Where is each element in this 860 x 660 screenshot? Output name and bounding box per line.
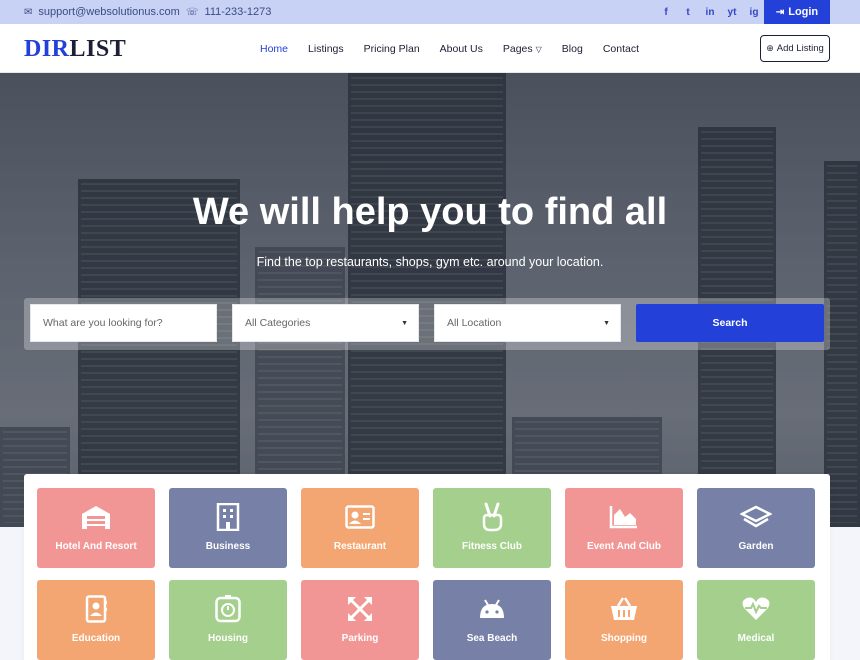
categories-panel: Hotel And Resort Business Restaurant Fit… (24, 474, 830, 660)
category-label: Hotel And Resort (55, 541, 137, 552)
category-medical[interactable]: Medical (697, 580, 815, 660)
add-listing-button[interactable]: ⊕ Add Listing (760, 35, 830, 62)
category-label: Shopping (600, 633, 648, 644)
chart-area-icon (607, 502, 641, 532)
category-label: Education (71, 633, 121, 644)
category-label: Parking (341, 633, 379, 644)
hero-section: We will help you to find all Find the to… (0, 73, 860, 527)
social-links: f t in yt ig (655, 0, 765, 24)
category-select-value: All Categories (245, 317, 311, 329)
location-select[interactable]: All Location ▼ (434, 304, 621, 342)
login-label: Login (788, 6, 819, 18)
category-label: Business (205, 541, 251, 552)
instagram-icon[interactable]: ig (743, 7, 765, 18)
layers-icon (739, 502, 773, 532)
search-input[interactable]: What are you looking for? (30, 304, 217, 342)
basket-icon (607, 594, 641, 624)
category-shopping[interactable]: Shopping (565, 580, 683, 660)
envelope-icon: ✉ (24, 6, 33, 18)
caret-down-icon: ▼ (603, 319, 610, 327)
youtube-icon[interactable]: yt (721, 7, 743, 18)
heartbeat-icon (739, 594, 773, 624)
nav-pricing-plan[interactable]: Pricing Plan (364, 43, 420, 55)
nav-blog[interactable]: Blog (562, 43, 583, 55)
top-bar: ✉ support@websolutionus.com ☏ 111-233-12… (0, 0, 860, 24)
phone-text: 111-233-1273 (204, 6, 272, 18)
category-label: Medical (737, 633, 775, 644)
address-book-icon (79, 594, 113, 624)
location-select-value: All Location (447, 317, 502, 329)
android-icon (475, 594, 509, 624)
category-fitness-club[interactable]: Fitness Club (433, 488, 551, 568)
main-header: DIRLIST Home Listings Pricing Plan About… (0, 24, 860, 73)
nav-listings[interactable]: Listings (308, 43, 344, 55)
email-text: support@websolutionus.com (38, 6, 180, 18)
chevron-down-icon: ▽ (535, 44, 542, 54)
category-label: Housing (208, 633, 248, 644)
category-housing[interactable]: Housing (169, 580, 287, 660)
hero-subtitle: Find the top restaurants, shops, gym etc… (256, 255, 604, 269)
arrows-expand-icon (343, 594, 377, 624)
stopwatch-icon (211, 594, 245, 624)
nav-contact[interactable]: Contact (603, 43, 639, 55)
nav-about-us[interactable]: About Us (440, 43, 483, 55)
category-business[interactable]: Business (169, 488, 287, 568)
nav-home[interactable]: Home (260, 43, 288, 55)
category-select[interactable]: All Categories ▼ (232, 304, 419, 342)
category-label: Garden (738, 541, 774, 552)
phone-icon: ☏ (186, 6, 199, 18)
sign-in-icon: ⇥ (775, 6, 785, 18)
category-restaurant[interactable]: Restaurant (301, 488, 419, 568)
nav-pages[interactable]: Pages ▽ (503, 43, 542, 55)
category-label: Restaurant (333, 541, 387, 552)
id-card-icon (343, 502, 377, 532)
category-label: Fitness Club (461, 541, 522, 552)
category-label: Sea Beach (466, 633, 518, 644)
search-form: What are you looking for? All Categories… (24, 298, 830, 350)
facebook-icon[interactable]: f (655, 7, 677, 18)
logo-part-1: DIR (24, 36, 70, 62)
category-event-and-club[interactable]: Event And Club (565, 488, 683, 568)
category-parking[interactable]: Parking (301, 580, 419, 660)
logo-part-2: LIST (69, 36, 127, 62)
twitter-icon[interactable]: t (677, 7, 699, 18)
login-button[interactable]: ⇥ Login (764, 0, 830, 24)
peace-hand-icon (475, 502, 509, 532)
category-education[interactable]: Education (37, 580, 155, 660)
search-button[interactable]: Search (636, 304, 824, 342)
contact-phone[interactable]: ☏ 111-233-1273 (186, 0, 271, 24)
linkedin-icon[interactable]: in (699, 7, 721, 18)
plus-circle-icon: ⊕ (766, 43, 774, 53)
category-label: Event And Club (586, 541, 662, 552)
search-placeholder: What are you looking for? (43, 317, 163, 329)
building-icon (211, 502, 245, 532)
caret-down-icon: ▼ (401, 319, 408, 327)
category-sea-beach[interactable]: Sea Beach (433, 580, 551, 660)
main-nav: Home Listings Pricing Plan About Us Page… (260, 24, 659, 73)
category-garden[interactable]: Garden (697, 488, 815, 568)
hero-title: We will help you to find all (192, 191, 668, 233)
category-hotel-and-resort[interactable]: Hotel And Resort (37, 488, 155, 568)
site-logo[interactable]: DIRLIST (24, 36, 126, 63)
contact-email[interactable]: ✉ support@websolutionus.com (24, 0, 180, 24)
nav-pages-label: Pages (502, 42, 533, 55)
garage-icon (79, 502, 113, 532)
add-listing-label: Add Listing (776, 43, 824, 54)
